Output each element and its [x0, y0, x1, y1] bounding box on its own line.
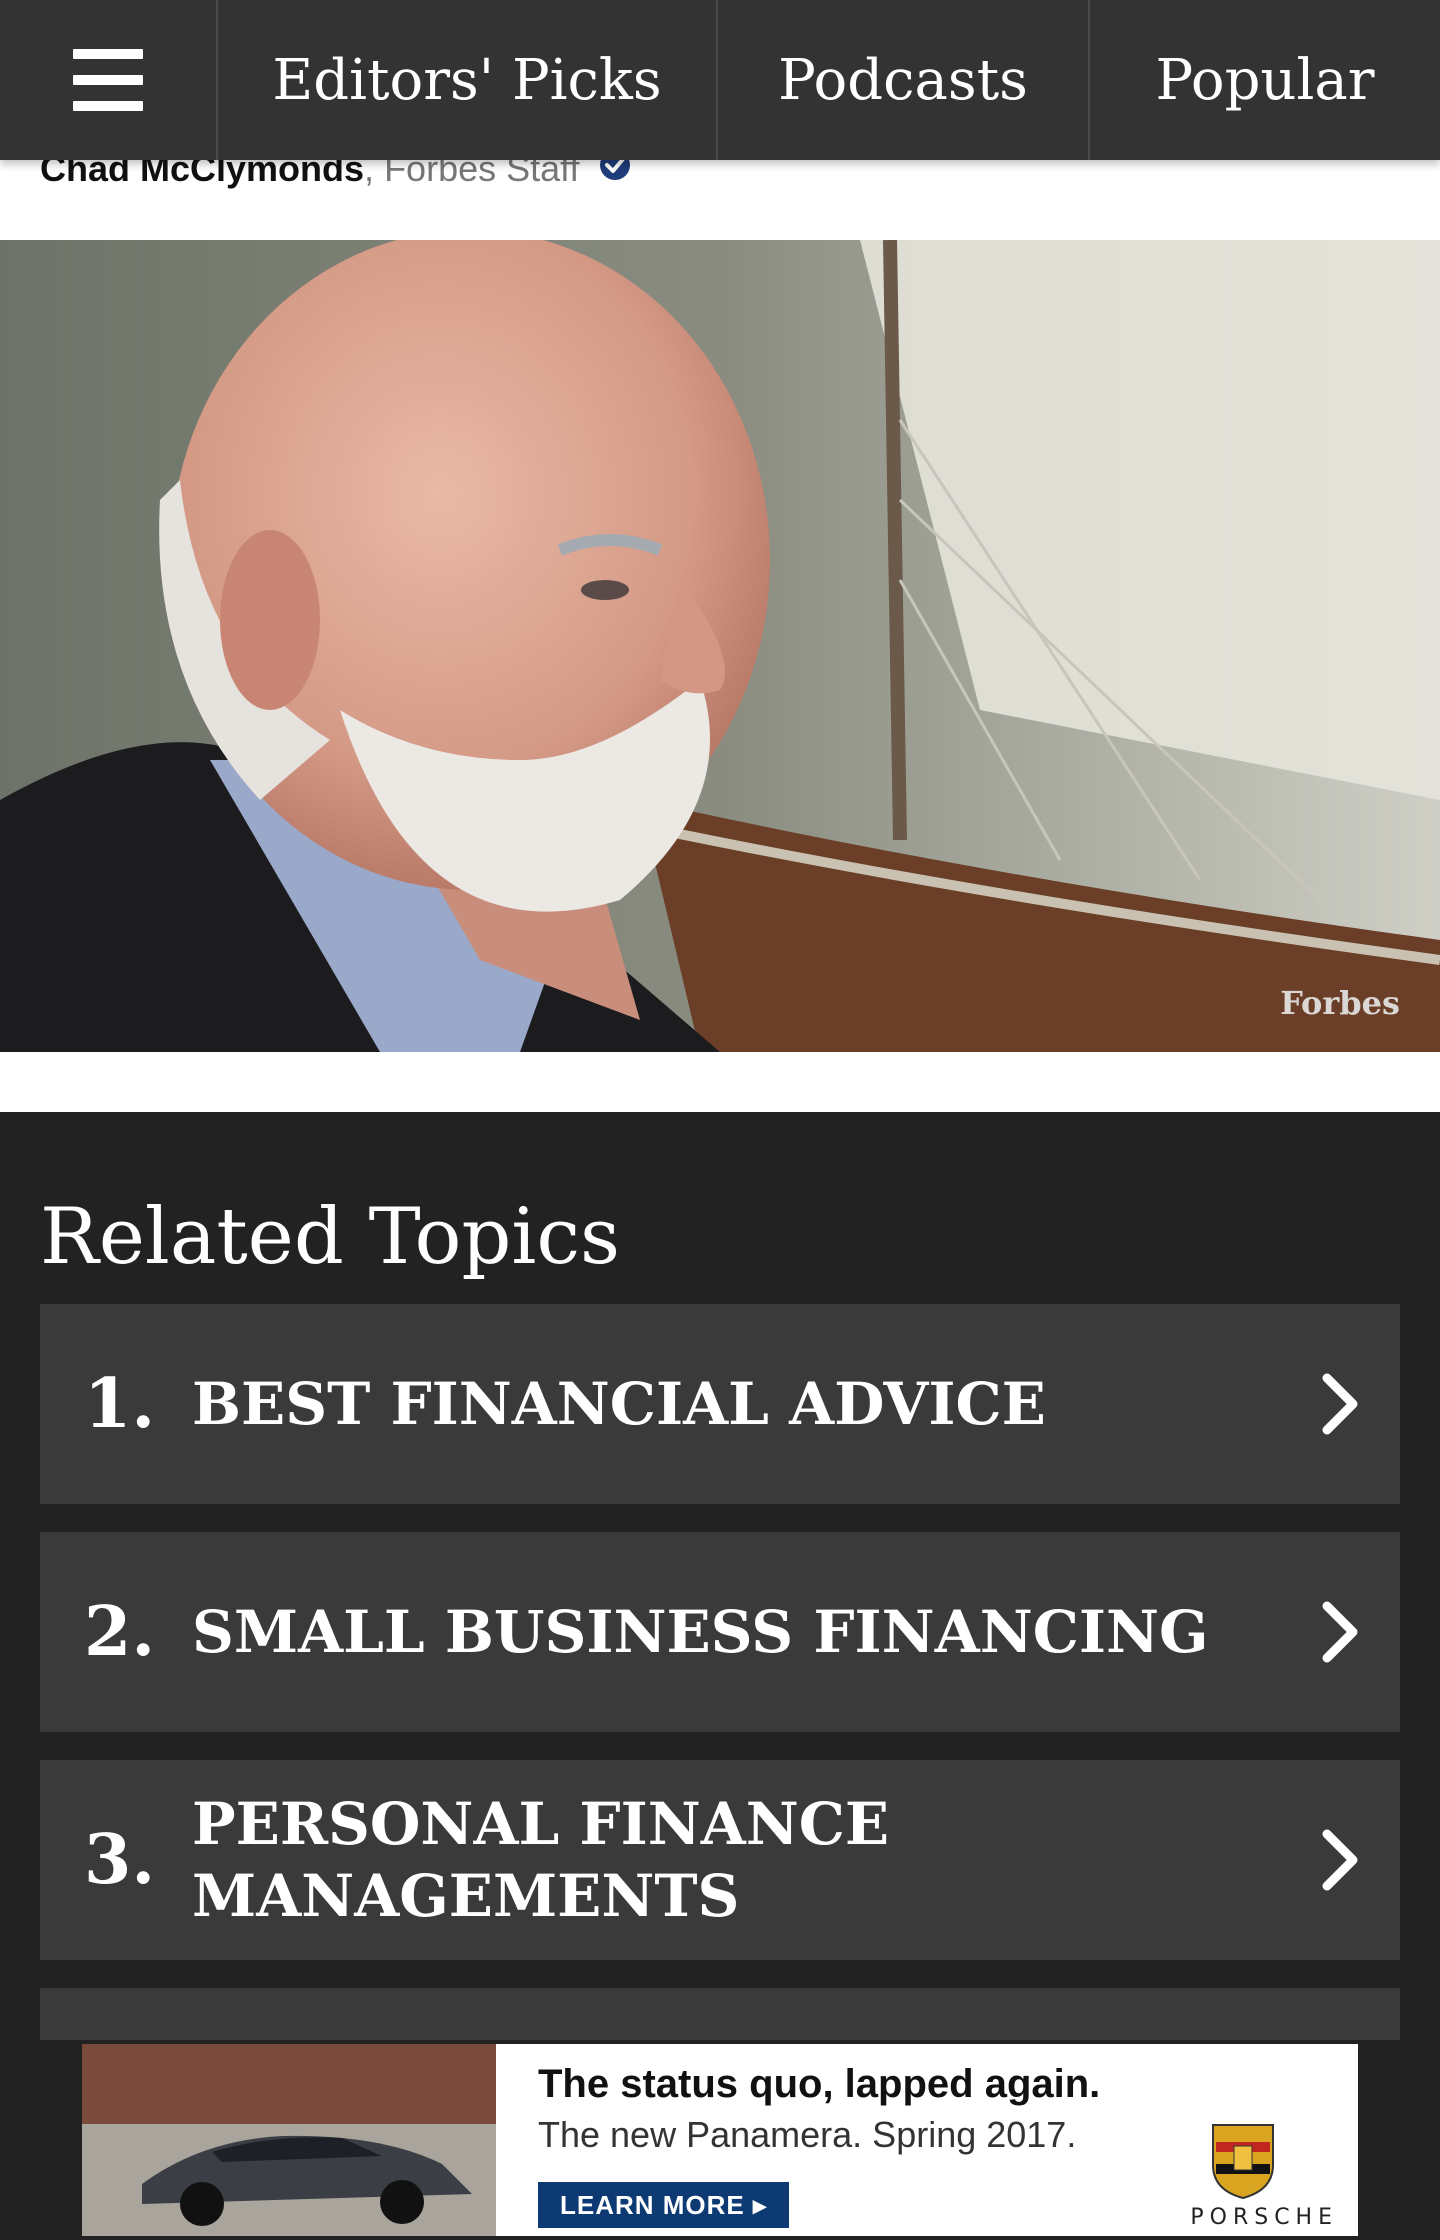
hamburger-icon [73, 49, 143, 111]
topic-number: 1. [84, 1364, 155, 1444]
nav-tab-podcasts[interactable]: Podcasts [718, 0, 1090, 160]
topic-label: PERSONAL FINANCE MANAGEMENTS [192, 1790, 890, 1930]
chevron-right-icon [1280, 1828, 1400, 1892]
image-credit: Forbes [1280, 984, 1400, 1022]
top-nav: Editors' Picks Podcasts Popular [0, 0, 1440, 160]
chevron-right-icon [1280, 1372, 1400, 1436]
related-topic-item[interactable]: 1. BEST FINANCIAL ADVICE [40, 1304, 1400, 1504]
article-hero-image[interactable]: Forbes [0, 240, 1440, 1052]
hero-illustration [0, 240, 1440, 1052]
ad-copy: The status quo, lapped again. The new Pa… [496, 2044, 1358, 2236]
ad-bar: The status quo, lapped again. The new Pa… [0, 2040, 1440, 2240]
porsche-crest-icon [1208, 2120, 1278, 2200]
ad-brand-wordmark: PORSCHE [1190, 2205, 1338, 2230]
ad-headline: The status quo, lapped again. [538, 2062, 1101, 2106]
nav-tab-editors-picks[interactable]: Editors' Picks [218, 0, 718, 160]
ad-car-image [82, 2044, 496, 2236]
menu-button[interactable] [0, 0, 218, 160]
ad-subline: The new Panamera. Spring 2017. [538, 2114, 1077, 2155]
nav-tab-popular[interactable]: Popular [1090, 0, 1440, 160]
related-topic-item[interactable]: 2. SMALL BUSINESS FINANCING [40, 1532, 1400, 1732]
topic-label: BEST FINANCIAL ADVICE [192, 1370, 1046, 1438]
topic-number: 3. [84, 1820, 155, 1900]
ad-learn-more-button[interactable]: LEARN MORE ▸ [538, 2182, 790, 2228]
ad-banner[interactable]: The status quo, lapped again. The new Pa… [82, 2044, 1358, 2236]
related-topic-item[interactable]: 3. PERSONAL FINANCE MANAGEMENTS [40, 1760, 1400, 1960]
topic-number: 2. [84, 1592, 155, 1672]
chevron-right-icon [1280, 1600, 1400, 1664]
topic-label: SMALL BUSINESS FINANCING [192, 1598, 1209, 1666]
related-topics-title: Related Topics [40, 1192, 621, 1282]
